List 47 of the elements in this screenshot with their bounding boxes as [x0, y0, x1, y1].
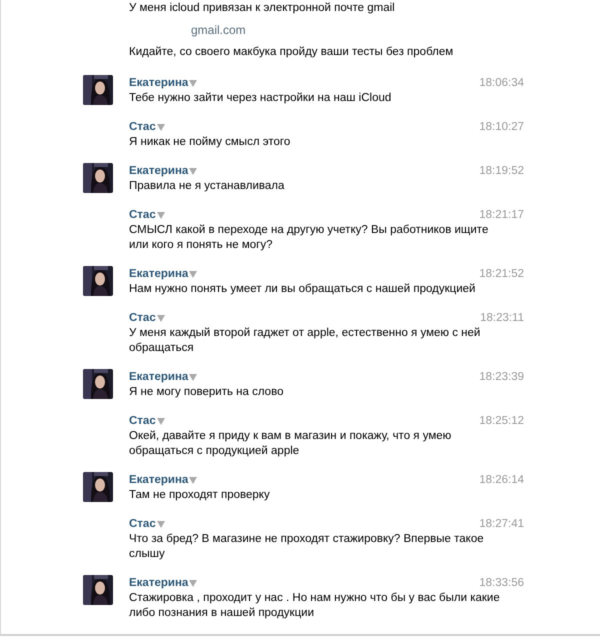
- message-time: 18:06:34: [479, 77, 524, 89]
- message-time: 18:23:11: [480, 312, 524, 324]
- dropdown-triangle-icon[interactable]: [156, 124, 165, 130]
- author-name[interactable]: Стас: [129, 312, 156, 324]
- message-text: Тебе нужно зайти через настройки на наш iCloud: [129, 91, 392, 106]
- message-text: Стажировка , проходит у нас . Но нам нужно что бы у вас были какие либо познания в нашей продукции: [129, 591, 501, 621]
- dropdown-triangle-icon[interactable]: [189, 374, 198, 380]
- message-text: Там не проходят проверку: [129, 488, 271, 503]
- message-time: 18:33:56: [479, 577, 524, 589]
- message-text: У меня icloud привязан к электронной почте gmail: [129, 1, 396, 16]
- message-time: 18:27:41: [479, 518, 524, 530]
- message-text: Правила не я устанавливала: [129, 179, 286, 194]
- message-time: 18:19:52: [479, 165, 524, 177]
- dropdown-triangle-icon[interactable]: [189, 580, 198, 586]
- message-time: 18:23:39: [479, 371, 524, 383]
- message-time: 18:25:12: [479, 415, 524, 427]
- message-time: 18:21:17: [479, 209, 524, 221]
- author-name[interactable]: Екатерина: [129, 77, 188, 89]
- dropdown-triangle-icon[interactable]: [156, 418, 165, 424]
- message-time: 18:26:14: [479, 474, 524, 486]
- author-name[interactable]: Стас: [129, 121, 156, 133]
- author-name[interactable]: Екатерина: [129, 577, 188, 589]
- email-link[interactable]: gmail.com: [129, 22, 600, 38]
- author-name[interactable]: Стас: [129, 518, 156, 530]
- message-text: Я не могу поверить на слово: [129, 385, 284, 400]
- author-name[interactable]: Екатерина: [129, 474, 188, 486]
- author-name[interactable]: Стас: [129, 209, 156, 221]
- dropdown-triangle-icon[interactable]: [189, 168, 198, 174]
- message-text: Что за бред? В магазине не проходят стажировку? Впервые такое слышу: [129, 532, 485, 562]
- author-name[interactable]: Екатерина: [129, 268, 188, 280]
- author-name[interactable]: Екатерина: [129, 165, 188, 177]
- dropdown-triangle-icon[interactable]: [156, 314, 165, 322]
- author-name[interactable]: Екатерина: [129, 371, 188, 383]
- message-text: Я никак не пойму смысл этого: [129, 135, 292, 150]
- dropdown-triangle-icon[interactable]: [156, 520, 165, 528]
- message-time: 18:21:52: [479, 268, 524, 280]
- dropdown-triangle-icon[interactable]: [156, 212, 165, 218]
- message-text: СМЫСЛ какой в переходе на другую учетку? Вы работников ищите или кого я понять не могу?: [129, 223, 490, 253]
- message-text: У меня каждый второй гаджет от apple, естественно я умею с ней обращаться: [129, 326, 482, 356]
- dropdown-triangle-icon[interactable]: [189, 80, 198, 86]
- message-text: Окей, давайте я приду к вам в магазин и покажу, что я умею обращаться с продукцией apple: [129, 429, 452, 459]
- dropdown-triangle-icon[interactable]: [189, 270, 198, 278]
- dropdown-triangle-icon[interactable]: [189, 476, 198, 484]
- message-time: 18:10:27: [479, 121, 524, 133]
- message-text: Нам нужно понять умеет ли вы обращаться с нашей продукцией: [129, 282, 476, 297]
- message-text: Кидайте, со своего макбука пройду ваши тесты без проблем: [129, 45, 454, 60]
- author-name[interactable]: Стас: [129, 415, 156, 427]
